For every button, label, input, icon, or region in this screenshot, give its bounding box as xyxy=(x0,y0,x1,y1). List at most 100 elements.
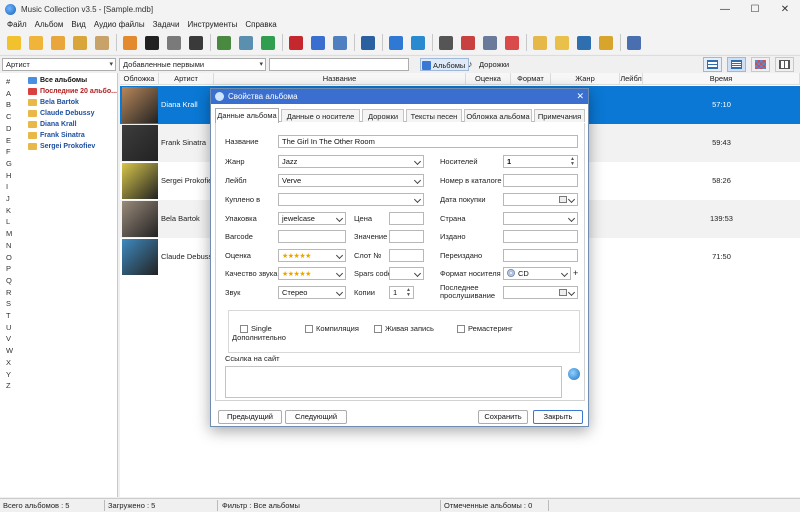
alphabet-filter-item[interactable]: T xyxy=(6,311,11,320)
globe-icon[interactable] xyxy=(568,368,580,380)
tab-media-data[interactable]: Данные о носителе xyxy=(281,109,360,122)
alphabet-filter-item[interactable]: J xyxy=(6,194,10,203)
url-textarea[interactable] xyxy=(225,366,562,398)
menu-view[interactable]: Вид xyxy=(67,20,89,29)
alphabet-filter-item[interactable]: Y xyxy=(6,370,11,379)
alphabet-filter-item[interactable]: B xyxy=(6,100,11,109)
tree-item[interactable]: Последние 20 альбо... xyxy=(28,88,117,95)
tree-item[interactable]: Diana Krall xyxy=(28,121,77,128)
tab-cover[interactable]: Обложка альбома xyxy=(464,109,532,122)
value-input[interactable] xyxy=(389,230,424,243)
shuffle-button[interactable] xyxy=(408,33,427,52)
price-input[interactable] xyxy=(389,212,424,225)
tab-albums[interactable]: Альбомы xyxy=(420,58,470,71)
tab-album-data[interactable]: Данные альбома xyxy=(215,108,279,123)
tree-item[interactable]: Sergei Prokofiev xyxy=(28,143,95,150)
filter-field-select[interactable]: Артист ▾ xyxy=(2,58,116,71)
tab-notes[interactable]: Примечания xyxy=(534,109,585,122)
zoom-button[interactable] xyxy=(358,33,377,52)
menu-album[interactable]: Альбом xyxy=(31,20,68,29)
tree-item[interactable]: Frank Sinatra xyxy=(28,132,85,139)
binoculars-button[interactable] xyxy=(236,33,255,52)
label-select[interactable]: Verve xyxy=(278,174,424,187)
tab-tracks[interactable]: ♪ Дорожки xyxy=(467,58,509,71)
media-count-spinner[interactable]: ▲ ▼ xyxy=(569,157,576,167)
alphabet-filter-item[interactable]: R xyxy=(6,288,11,297)
alphabet-filter-item[interactable]: A xyxy=(6,89,11,98)
column-header[interactable]: Артист xyxy=(159,73,214,85)
purchase-date-picker[interactable] xyxy=(503,193,578,206)
spars-code-select[interactable] xyxy=(389,267,424,280)
slot-input[interactable] xyxy=(389,249,424,262)
save-button[interactable]: Сохранить xyxy=(478,410,528,424)
compilation-checkbox[interactable]: Компиляция xyxy=(305,324,359,333)
alphabet-filter-item[interactable]: O xyxy=(6,253,12,262)
menu-tasks[interactable]: Задачи xyxy=(149,20,184,29)
rating-select[interactable]: ★★★★★ xyxy=(278,249,346,262)
name-input[interactable]: The Girl In The Other Room xyxy=(278,135,578,148)
last-played-picker[interactable] xyxy=(503,286,578,299)
album-row-time-cell[interactable]: 71:50 xyxy=(643,238,800,276)
bought-in-select[interactable] xyxy=(278,193,424,206)
album-row-time-cell[interactable]: 58:26 xyxy=(643,162,800,200)
alphabet-filter-item[interactable]: E xyxy=(6,136,11,145)
web-button[interactable] xyxy=(258,33,277,52)
alphabet-filter-item[interactable]: V xyxy=(6,334,11,343)
calendar-button[interactable] xyxy=(458,33,477,52)
sound-select[interactable]: Стерео xyxy=(278,286,346,299)
search-input[interactable] xyxy=(269,58,409,71)
album-row-time-cell[interactable]: 139:53 xyxy=(643,200,800,238)
menu-file[interactable]: Файл xyxy=(3,20,31,29)
search-button[interactable] xyxy=(214,33,233,52)
report-button[interactable] xyxy=(480,33,499,52)
alphabet-filter-item[interactable]: M xyxy=(6,229,12,238)
edit-button[interactable] xyxy=(48,33,67,52)
barcode-input[interactable] xyxy=(278,230,346,243)
alphabet-filter-item[interactable]: P xyxy=(6,264,11,273)
pie-chart-button[interactable] xyxy=(502,33,521,52)
close-button[interactable]: ✕ xyxy=(770,0,800,18)
sound-quality-select[interactable]: ★★★★★ xyxy=(278,267,346,280)
column-header[interactable]: Жанр xyxy=(551,73,620,85)
alphabet-filter-item[interactable]: Q xyxy=(6,276,12,285)
alphabet-filter-item[interactable]: H xyxy=(6,171,11,180)
menu-audio-files[interactable]: Аудио файлы xyxy=(90,20,149,29)
print-button[interactable] xyxy=(436,33,455,52)
play-button[interactable] xyxy=(386,33,405,52)
column-header[interactable]: Оценка xyxy=(466,73,511,85)
dialog-close-action-button[interactable]: Закрыть xyxy=(533,410,583,424)
add-album-button[interactable] xyxy=(4,33,23,52)
disc-button[interactable] xyxy=(186,33,205,52)
reissued-input[interactable] xyxy=(503,249,578,262)
alphabet-filter-item[interactable]: K xyxy=(6,206,11,215)
view-covers-button[interactable] xyxy=(751,57,770,72)
single-checkbox[interactable]: Single xyxy=(240,324,272,333)
tree-item[interactable]: Все альбомы xyxy=(28,77,87,84)
alphabet-filter-item[interactable]: S xyxy=(6,299,11,308)
alphabet-filter-item[interactable]: N xyxy=(6,241,11,250)
alphabet-filter-item[interactable]: I xyxy=(6,182,8,191)
view-list-button[interactable] xyxy=(727,57,746,72)
previous-button[interactable]: Предыдущий xyxy=(218,410,282,424)
menu-help[interactable]: Справка xyxy=(241,20,280,29)
copies-input[interactable]: 1 ▲ ▼ xyxy=(389,286,414,299)
column-header-time[interactable]: Время xyxy=(643,73,800,85)
pencil-button[interactable] xyxy=(308,33,327,52)
column-header[interactable]: Лейбл xyxy=(620,73,643,85)
column-header[interactable]: Обложка xyxy=(120,73,159,85)
catalog-number-input[interactable] xyxy=(503,174,578,187)
tab-tracks[interactable]: Дорожки xyxy=(362,109,404,122)
album-row-time-cell[interactable]: 59:43 xyxy=(643,124,800,162)
view-grid-button[interactable] xyxy=(775,57,794,72)
alphabet-filter-item[interactable]: U xyxy=(6,323,11,332)
record-button[interactable] xyxy=(142,33,161,52)
stop-button[interactable] xyxy=(286,33,305,52)
eject-button[interactable] xyxy=(120,33,139,52)
user-button[interactable] xyxy=(574,33,593,52)
alphabet-filter-item[interactable]: Z xyxy=(6,381,11,390)
copies-spinner[interactable]: ▲ ▼ xyxy=(405,288,412,298)
add-format-button[interactable]: + xyxy=(573,268,578,278)
sort-select[interactable]: Добавленные первыми ▾ xyxy=(119,58,266,71)
alphabet-filter-item[interactable]: D xyxy=(6,124,11,133)
media-format-select[interactable]: CD xyxy=(503,267,571,280)
